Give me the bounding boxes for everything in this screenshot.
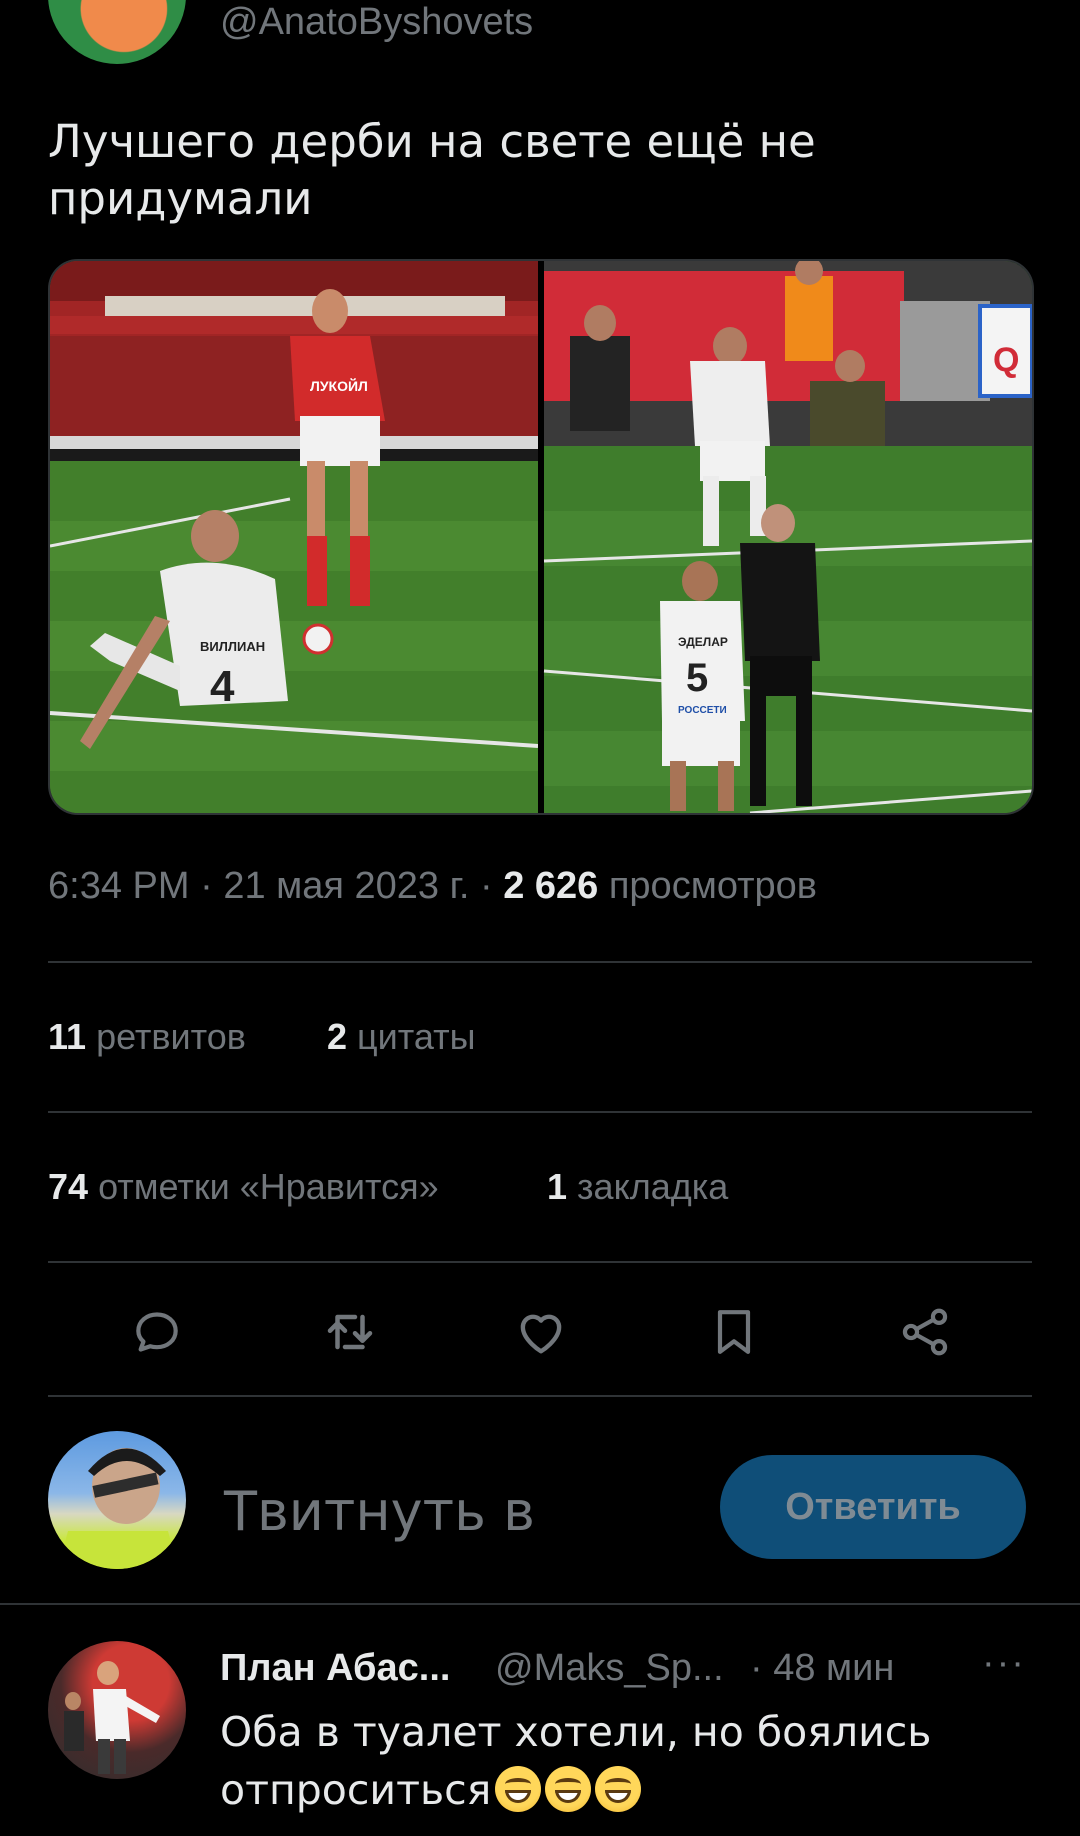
grinning-emoji-icon bbox=[495, 1766, 542, 1812]
quotes-count: 2 bbox=[327, 1016, 348, 1057]
divider bbox=[48, 961, 1032, 963]
likes-stat[interactable]: 74 отметки «Нравится» bbox=[48, 1165, 439, 1209]
commenter-handle[interactable]: @Maks_Sp... bbox=[495, 1645, 724, 1691]
tweet-media[interactable]: ЛУКОЙЛ ВИЛЛИАН 4 Q ЭДЕЛАР 5 РОССЕТИ bbox=[48, 259, 1034, 815]
views-count: 2 626 bbox=[503, 865, 599, 907]
tweet-time[interactable]: 6:34 PM bbox=[48, 865, 190, 907]
divider bbox=[0, 1603, 1080, 1605]
comment-text: Оба в туалет хотели, но боялись отпросит… bbox=[220, 1703, 1060, 1819]
left-jersey-name: ВИЛЛИАН bbox=[200, 639, 265, 654]
grinning-emoji-icon bbox=[595, 1766, 642, 1812]
reply-icon[interactable] bbox=[127, 1302, 187, 1362]
likes-count: 74 bbox=[48, 1166, 89, 1207]
tweet-meta: 6:34 PM · 21 мая 2023 г. · 2 626 просмот… bbox=[48, 862, 817, 910]
tweet-date[interactable]: 21 мая 2023 г. bbox=[223, 865, 469, 907]
quotes-label: цитаты bbox=[357, 1016, 476, 1057]
media-image-right[interactable]: Q ЭДЕЛАР 5 РОССЕТИ bbox=[543, 261, 1032, 813]
divider bbox=[48, 1395, 1032, 1397]
retweets-label: ретвитов bbox=[96, 1016, 246, 1057]
bookmarks-count: 1 bbox=[547, 1166, 568, 1207]
svg-text:Q: Q bbox=[993, 341, 1019, 379]
user-avatar[interactable] bbox=[48, 1431, 186, 1569]
right-jersey-name: ЭДЕЛАР bbox=[678, 635, 728, 649]
retweet-icon[interactable] bbox=[320, 1302, 380, 1362]
reply-button[interactable]: Ответить bbox=[720, 1455, 1026, 1559]
reply-input[interactable]: Твитнуть в bbox=[224, 1480, 535, 1544]
grinning-emoji-icon bbox=[545, 1766, 592, 1812]
bookmark-icon[interactable] bbox=[704, 1302, 764, 1362]
divider bbox=[48, 1261, 1032, 1263]
comment-time[interactable]: · 48 мин bbox=[750, 1645, 894, 1691]
left-jersey-sponsor: ЛУКОЙЛ bbox=[310, 377, 368, 394]
tweet-text: Лучшего дерби на свете ещё не придумали bbox=[48, 115, 816, 225]
bookmarks-label: закладка bbox=[577, 1166, 729, 1207]
left-jersey-number: 4 bbox=[210, 662, 235, 711]
more-options-icon[interactable]: ··· bbox=[982, 1640, 1026, 1686]
right-jersey-number: 5 bbox=[686, 656, 708, 700]
right-jersey-sponsor: РОССЕТИ bbox=[678, 705, 727, 716]
likes-label: отметки «Нравится» bbox=[98, 1166, 439, 1207]
author-handle[interactable]: @AnatoByshovets bbox=[220, 0, 533, 44]
share-icon[interactable] bbox=[895, 1302, 955, 1362]
like-icon[interactable] bbox=[511, 1302, 571, 1362]
commenter-avatar[interactable] bbox=[48, 1641, 186, 1779]
views-label: просмотров bbox=[608, 865, 817, 907]
meta-separator: · bbox=[479, 865, 493, 907]
meta-separator: · bbox=[200, 865, 213, 907]
retweets-count: 11 bbox=[48, 1016, 87, 1057]
divider bbox=[48, 1111, 1032, 1113]
retweets-stat[interactable]: 11 ретвитов bbox=[48, 1015, 246, 1059]
bookmarks-stat[interactable]: 1 закладка bbox=[547, 1165, 728, 1209]
author-avatar[interactable] bbox=[48, 0, 186, 64]
media-image-left[interactable]: ЛУКОЙЛ ВИЛЛИАН 4 bbox=[50, 261, 539, 813]
author-row: @AnatoByshovets bbox=[0, 0, 1080, 64]
commenter-name[interactable]: План Абас... bbox=[220, 1645, 450, 1691]
quotes-stat[interactable]: 2 цитаты bbox=[327, 1015, 475, 1059]
